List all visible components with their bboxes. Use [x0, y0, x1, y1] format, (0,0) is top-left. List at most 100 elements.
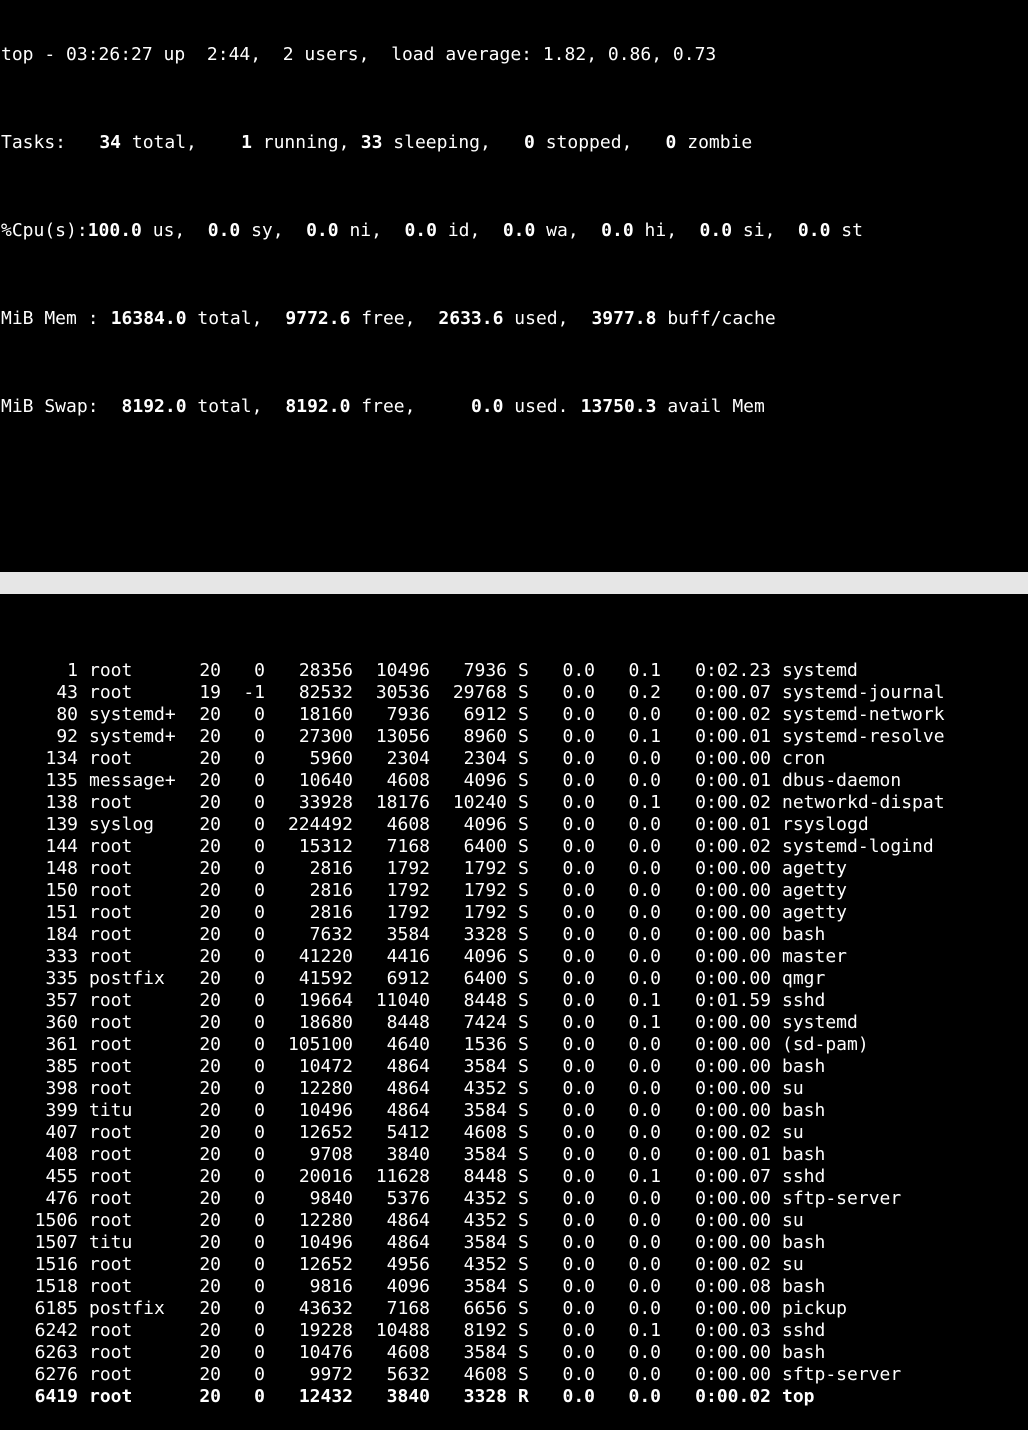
cell-state: R — [518, 1386, 529, 1407]
cell-state: S — [518, 1078, 529, 1099]
cell-command: su — [782, 1210, 804, 1231]
table-row[interactable]: 43 root 19 -1 82532 30536 29768 S 0.0 0.2 0:00.07 s… — [1, 682, 1028, 704]
col-header-command[interactable]: COMMAND — [814, 594, 901, 616]
cell-pid: 408 — [45, 1144, 78, 1165]
table-row[interactable]: 335 postfix 20 0 41592 6912 6400 S 0.0 0.0 0:00.00… — [1, 968, 1028, 990]
cell-state: S — [518, 660, 529, 681]
col-header-shr[interactable]: SHR — [473, 594, 551, 616]
cell-state: S — [518, 1100, 529, 1121]
cell-ni: 0 — [254, 1232, 265, 1253]
cell-command: bash — [782, 1342, 826, 1363]
table-row[interactable]: 455 root 20 0 20016 11628 8448 S 0.0 0.1 0:00.07 ss… — [1, 1166, 1028, 1188]
col-header-pid[interactable]: PID — [44, 594, 122, 616]
col-header-pr[interactable]: PR — [231, 594, 265, 616]
table-row[interactable]: 360 root 20 0 18680 8448 7424 S 0.0 0.1 0:00.00 sys… — [1, 1012, 1028, 1034]
cell-state: S — [518, 1254, 529, 1275]
cell-cpu: 0.0 — [562, 1320, 595, 1341]
tasks-label: Tasks: — [1, 132, 67, 153]
cell-cpu: 0.0 — [562, 660, 595, 681]
table-row[interactable]: 184 root 20 0 7632 3584 3328 S 0.0 0.0 0:00.00 bash — [1, 924, 1028, 946]
table-row[interactable]: 1506 root 20 0 12280 4864 4352 S 0.0 0.0 0:00.00 su — [1, 1210, 1028, 1232]
table-row[interactable]: 1 root 20 0 28356 10496 7936 S 0.0 0.1 0:02.23 syst… — [1, 660, 1028, 682]
col-header-virt[interactable]: VIRT — [308, 594, 396, 616]
cell-ni: 0 — [254, 1276, 265, 1297]
table-row[interactable]: 6185 postfix 20 0 43632 7168 6656 S 0.0 0.0 0:00.0… — [1, 1298, 1028, 1320]
swap-free: 8192.0 — [285, 396, 351, 417]
cell-user: syslog — [89, 814, 155, 835]
table-row[interactable]: 139 syslog 20 0 224492 4608 4096 S 0.0 0.0 0:00.01… — [1, 814, 1028, 836]
table-row[interactable]: 1518 root 20 0 9816 4096 3584 S 0.0 0.0 0:00.08 bas… — [1, 1276, 1028, 1298]
cell-state: S — [518, 1320, 529, 1341]
cell-res: 18176 — [375, 792, 430, 813]
table-row[interactable]: 6276 root 20 0 9972 5632 4608 S 0.0 0.0 0:00.00 sft… — [1, 1364, 1028, 1386]
cell-mem: 0.0 — [628, 1210, 661, 1231]
table-row[interactable]: 150 root 20 0 2816 1792 1792 S 0.0 0.0 0:00.00 aget… — [1, 880, 1028, 902]
cell-shr: 4352 — [463, 1188, 507, 1209]
table-row[interactable]: 1516 root 20 0 12652 4956 4352 S 0.0 0.0 0:00.02 su — [1, 1254, 1028, 1276]
cell-user: root — [89, 836, 133, 857]
table-row[interactable]: 407 root 20 0 12652 5412 4608 S 0.0 0.0 0:00.02 su — [1, 1122, 1028, 1144]
col-header-user[interactable]: USER — [121, 594, 231, 616]
cell-state: S — [518, 1232, 529, 1253]
cell-shr: 8960 — [463, 726, 507, 747]
cell-pid: 80 — [56, 704, 78, 725]
col-header-ni[interactable]: NI — [264, 594, 309, 616]
cell-shr: 8448 — [463, 990, 507, 1011]
table-row[interactable]: 361 root 20 0 105100 4640 1536 S 0.0 0.0 0:00.00 (s… — [1, 1034, 1028, 1056]
table-row[interactable]: 333 root 20 0 41220 4416 4096 S 0.0 0.0 0:00.00 mas… — [1, 946, 1028, 968]
process-table-header[interactable]: PID USER PR NI VIRT RES SHR S %CPU %MEM TIME+ COMMA… — [0, 572, 1028, 615]
cell-virt: 27300 — [298, 726, 353, 747]
table-row[interactable]: 148 root 20 0 2816 1792 1792 S 0.0 0.0 0:00.00 aget… — [1, 858, 1028, 880]
table-row[interactable]: 92 systemd+ 20 0 27300 13056 8960 S 0.0 0.1 0:00.0… — [1, 726, 1028, 748]
col-header-res[interactable]: RES — [396, 594, 474, 616]
cell-command: pickup — [782, 1298, 848, 1319]
table-row[interactable]: 1507 titu 20 0 10496 4864 3584 S 0.0 0.0 0:00.00 ba… — [1, 1232, 1028, 1254]
cell-shr: 2304 — [463, 748, 507, 769]
table-row[interactable]: 6242 root 20 0 19228 10488 8192 S 0.0 0.1 0:00.03 s… — [1, 1320, 1028, 1342]
cell-time: 0:00.00 — [695, 902, 771, 923]
mem-used: 2633.6 — [438, 308, 504, 329]
cell-res: 5376 — [386, 1188, 430, 1209]
table-row[interactable]: 80 systemd+ 20 0 18160 7936 6912 S 0.0 0.0 0:00.02… — [1, 704, 1028, 726]
cell-mem: 0.1 — [628, 1320, 661, 1341]
table-row[interactable]: 134 root 20 0 5960 2304 2304 S 0.0 0.0 0:00.00 cron — [1, 748, 1028, 770]
cell-pr: 20 — [199, 1166, 221, 1187]
cell-state: S — [518, 1034, 529, 1055]
swap-label: MiB Swap: — [1, 396, 99, 417]
cell-shr: 1792 — [463, 858, 507, 879]
col-header-cpu[interactable]: %CPU — [572, 594, 638, 616]
table-row[interactable]: 408 root 20 0 9708 3840 3584 S 0.0 0.0 0:00.01 bash — [1, 1144, 1028, 1166]
cell-mem: 0.0 — [628, 1188, 661, 1209]
cell-ni: 0 — [254, 1078, 265, 1099]
table-row[interactable]: 135 message+ 20 0 10640 4608 4096 S 0.0 0.0 0:00.0… — [1, 770, 1028, 792]
cell-shr: 4608 — [463, 1122, 507, 1143]
cell-res: 4096 — [386, 1276, 430, 1297]
table-row[interactable]: 476 root 20 0 9840 5376 4352 S 0.0 0.0 0:00.00 sftp… — [1, 1188, 1028, 1210]
cell-res: 10488 — [375, 1320, 430, 1341]
col-header-mem[interactable]: %MEM — [638, 594, 704, 616]
terminal-window[interactable]: top - 03:26:27 up 2:44, 2 users, load av… — [0, 0, 1028, 1430]
table-row[interactable]: 144 root 20 0 15312 7168 6400 S 0.0 0.0 0:00.02 sys… — [1, 836, 1028, 858]
table-row[interactable]: 6419 root 20 0 12432 3840 3328 R 0.0 0.0 0:00.02 to… — [1, 1386, 1028, 1408]
cell-ni: 0 — [254, 1012, 265, 1033]
table-row[interactable]: 138 root 20 0 33928 18176 10240 S 0.0 0.1 0:00.02 n… — [1, 792, 1028, 814]
cell-state: S — [518, 1298, 529, 1319]
table-row[interactable]: 385 root 20 0 10472 4864 3584 S 0.0 0.0 0:00.00 bas… — [1, 1056, 1028, 1078]
col-header-s[interactable]: S — [550, 594, 572, 616]
col-header-time[interactable]: TIME+ — [704, 594, 814, 616]
cell-shr: 3584 — [463, 1100, 507, 1121]
cell-pid: 455 — [45, 1166, 78, 1187]
cell-cpu: 0.0 — [562, 770, 595, 791]
cell-pid: 476 — [45, 1188, 78, 1209]
table-row[interactable]: 399 titu 20 0 10496 4864 3584 S 0.0 0.0 0:00.00 bas… — [1, 1100, 1028, 1122]
table-row[interactable]: 6263 root 20 0 10476 4608 3584 S 0.0 0.0 0:00.00 ba… — [1, 1342, 1028, 1364]
table-row[interactable]: 357 root 20 0 19664 11040 8448 S 0.0 0.1 0:01.59 ss… — [1, 990, 1028, 1012]
cell-ni: 0 — [254, 924, 265, 945]
mem-buff-label: buff/cache — [667, 308, 776, 329]
cell-pr: 20 — [199, 1012, 221, 1033]
cell-state: S — [518, 748, 529, 769]
swap-used: 0.0 — [470, 396, 504, 417]
table-row[interactable]: 151 root 20 0 2816 1792 1792 S 0.0 0.0 0:00.00 aget… — [1, 902, 1028, 924]
cell-user: root — [89, 858, 133, 879]
table-row[interactable]: 398 root 20 0 12280 4864 4352 S 0.0 0.0 0:00.00 su — [1, 1078, 1028, 1100]
